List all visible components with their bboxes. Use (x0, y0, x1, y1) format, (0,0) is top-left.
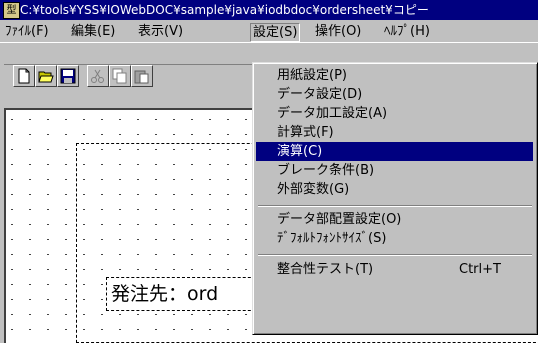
app-icon: 型 (3, 2, 20, 19)
menu-bar: ﾌｧｲﾙ(F) 編集(E) 表示(V) 設定(S) 操作(O) ﾍﾙﾌﾟ(H) (0, 20, 538, 42)
open-folder-button[interactable] (35, 65, 57, 87)
menu-item-calculation[interactable]: 演算(C) (256, 142, 533, 161)
menubar-divider (0, 42, 538, 43)
field-label: 発注先：ord (111, 283, 219, 305)
paste-button[interactable] (131, 65, 153, 87)
menu-item-external-variables[interactable]: 外部変数(G) (256, 180, 533, 199)
menu-file[interactable]: ﾌｧｲﾙ(F) (3, 23, 51, 40)
paste-icon (134, 70, 149, 84)
menu-item-paper-settings[interactable]: 用紙設定(P) (256, 66, 533, 85)
menu-item-data-layout-settings[interactable]: データ部配置設定(O) (256, 210, 533, 229)
cut-icon (91, 69, 104, 83)
new-file-button[interactable] (13, 65, 35, 87)
menu-item-consistency-test[interactable]: 整合性テスト(T) Ctrl+T (256, 260, 533, 279)
title-bar: 型 C:¥tools¥YSS¥IOWebDOC¥sample¥java¥iodb… (0, 0, 538, 20)
menu-item-data-processing-settings[interactable]: データ加工設定(A) (256, 104, 533, 123)
menu-view[interactable]: 表示(V) (136, 23, 185, 40)
menu-item-data-settings[interactable]: データ設定(D) (256, 85, 533, 104)
menu-item-default-font-size[interactable]: ﾃﾞﾌｫﾙﾄﾌｫﾝﾄｻｲｽﾞ(S) (256, 229, 533, 248)
open-folder-icon (38, 71, 54, 83)
window-title: C:¥tools¥YSS¥IOWebDOC¥sample¥java¥iodbdo… (20, 3, 429, 17)
menu-settings[interactable]: 設定(S) (250, 23, 301, 42)
menu-help[interactable]: ﾍﾙﾌﾟ(H) (382, 23, 432, 40)
menu-edit[interactable]: 編集(E) (69, 23, 117, 40)
shortcut-label: Ctrl+T (459, 262, 501, 277)
copy-button[interactable] (109, 65, 131, 87)
field-box-order-destination[interactable]: 発注先：ord (106, 277, 266, 311)
menu-operation[interactable]: 操作(O) (313, 23, 363, 40)
new-file-icon (18, 68, 30, 84)
band-border-left (76, 143, 77, 343)
copy-icon (112, 68, 127, 84)
save-disk-icon (60, 68, 76, 84)
menu-item-break-condition[interactable]: ブレーク条件(B) (256, 161, 533, 180)
menu-separator (258, 205, 532, 207)
menu-separator (258, 254, 532, 256)
cut-button[interactable] (87, 65, 109, 87)
save-button[interactable] (57, 65, 79, 87)
menu-item-formula[interactable]: 計算式(F) (256, 123, 533, 142)
settings-dropdown-menu: 用紙設定(P) データ設定(D) データ加工設定(A) 計算式(F) 演算(C)… (252, 62, 538, 335)
